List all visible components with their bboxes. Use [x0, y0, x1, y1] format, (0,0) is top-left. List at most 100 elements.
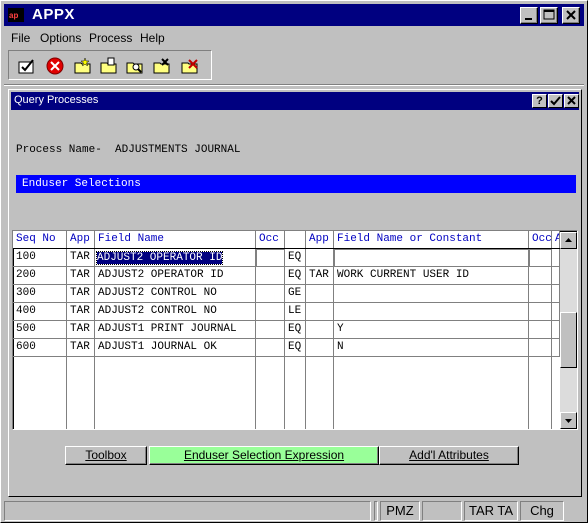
expression-label: Enduser Selection Expression: [183, 448, 345, 462]
table-cell-seq-no[interactable]: 600: [13, 339, 67, 357]
menu-help[interactable]: Help: [140, 31, 165, 45]
table-cell-occ[interactable]: [256, 321, 285, 339]
table-cell-field-or-constant[interactable]: WORK CURRENT USER ID: [334, 267, 529, 285]
app-titlebar[interactable]: ap APPX: [4, 4, 584, 26]
table-cell-app2[interactable]: [306, 249, 334, 267]
table-cell-app[interactable]: TAR: [67, 303, 95, 321]
toolbar: [8, 50, 212, 80]
child-title: Query Processes: [14, 94, 99, 106]
table-cell-app2[interactable]: [306, 303, 334, 321]
table-cell-field-name[interactable]: ADJUST2 CONTROL NO: [95, 285, 256, 303]
toolbox-label: Toolbox: [85, 448, 127, 462]
table-cell-seq-no[interactable]: 300: [13, 285, 67, 303]
table-cell-occ2[interactable]: [529, 339, 552, 357]
table-cell-occ2[interactable]: [529, 321, 552, 339]
table-cell-occ[interactable]: [256, 249, 285, 267]
vertical-scrollbar[interactable]: [560, 232, 577, 429]
table-cell-aa[interactable]: [552, 249, 560, 267]
table-cell-field-or-constant[interactable]: [334, 249, 529, 267]
child-titlebar[interactable]: Query Processes ?: [11, 92, 579, 110]
table-cell-occ2[interactable]: [529, 267, 552, 285]
scroll-up-button[interactable]: [560, 232, 577, 249]
table-cell-operator[interactable]: EQ: [285, 321, 306, 339]
table-cell-app[interactable]: TAR: [67, 339, 95, 357]
table-cell-aa[interactable]: [552, 285, 560, 303]
minimize-button[interactable]: [520, 7, 538, 24]
menu-process[interactable]: Process: [89, 31, 132, 45]
delete-folder-icon[interactable]: [152, 56, 172, 76]
cancel-icon[interactable]: [45, 56, 65, 76]
table-cell-occ2[interactable]: [529, 249, 552, 267]
table-cell-operator[interactable]: EQ: [285, 267, 306, 285]
table-cell-app[interactable]: TAR: [67, 267, 95, 285]
table-cell-occ[interactable]: [256, 285, 285, 303]
table-cell-seq-no[interactable]: 100: [13, 249, 67, 267]
close-button[interactable]: [562, 7, 580, 24]
table-cell-seq-no[interactable]: 400: [13, 303, 67, 321]
table-cell-occ[interactable]: [256, 267, 285, 285]
child-close-button[interactable]: [564, 94, 579, 108]
table-cell-field-name[interactable]: ADJUST2 OPERATOR ID: [95, 267, 256, 285]
column-header-seq-no: Seq No: [13, 231, 67, 249]
menu-file[interactable]: File: [11, 31, 30, 45]
table-cell-app2[interactable]: [306, 321, 334, 339]
table-cell-field-name[interactable]: ADJUST2 OPERATOR ID: [95, 249, 256, 267]
scroll-thumb[interactable]: [560, 312, 577, 368]
table-cell-field-or-constant[interactable]: [334, 303, 529, 321]
check-icon[interactable]: [17, 56, 37, 76]
table-cell-occ[interactable]: [256, 303, 285, 321]
column-header-aa: AA: [552, 231, 560, 249]
table-cell-seq-no[interactable]: 500: [13, 321, 67, 339]
attributes-label: Add'l Attributes: [409, 448, 489, 462]
column-header-occ: Occ: [256, 231, 285, 249]
column-header-occ2: Occ: [529, 231, 552, 249]
maximize-button[interactable]: [540, 7, 558, 24]
status-bar: PMZ TAR TA Chg: [4, 501, 584, 521]
addl-attributes-button[interactable]: Add'l Attributes: [379, 446, 519, 465]
table-cell-field-name[interactable]: ADJUST1 PRINT JOURNAL: [95, 321, 256, 339]
table-cell-app2[interactable]: [306, 339, 334, 357]
ok-button[interactable]: [548, 94, 563, 108]
table-cell-field-or-constant[interactable]: N: [334, 339, 529, 357]
menubar: File Options Process Help: [4, 28, 584, 47]
table-cell-operator[interactable]: EQ: [285, 339, 306, 357]
help-button[interactable]: ?: [532, 94, 547, 108]
table-cell-seq-no[interactable]: 200: [13, 267, 67, 285]
table-cell-app[interactable]: TAR: [67, 321, 95, 339]
table-cell-app2[interactable]: TAR: [306, 267, 334, 285]
menu-options[interactable]: Options: [40, 31, 81, 45]
table-cell-field-name[interactable]: ADJUST2 CONTROL NO: [95, 303, 256, 321]
table-cell-app[interactable]: TAR: [67, 249, 95, 267]
search-folder-icon[interactable]: [125, 56, 145, 76]
checkmark-icon: [550, 96, 561, 106]
table-cell-field-or-constant[interactable]: Y: [334, 321, 529, 339]
table-cell-aa[interactable]: [552, 267, 560, 285]
arrow-down-icon: [565, 419, 572, 423]
table-cell-aa[interactable]: [552, 303, 560, 321]
selections-table: Seq No App Field Name Occ App Field Name or C…: [12, 230, 578, 430]
new-folder-icon[interactable]: [73, 56, 93, 76]
folder-x-icon[interactable]: [180, 56, 200, 76]
toolbox-button[interactable]: Toolbox: [65, 446, 147, 465]
scroll-down-button[interactable]: [560, 412, 577, 429]
table-cell-operator[interactable]: GE: [285, 285, 306, 303]
table-cell-field-name[interactable]: ADJUST1 JOURNAL OK: [95, 339, 256, 357]
table-cell-occ2[interactable]: [529, 303, 552, 321]
status-change: Chg: [520, 501, 564, 521]
enduser-selection-expression-button[interactable]: Enduser Selection Expression: [149, 446, 379, 465]
arrow-up-icon: [565, 238, 572, 242]
column-header-app: App: [67, 231, 95, 249]
section-header: Enduser Selections: [16, 175, 576, 193]
table-cell-operator[interactable]: LE: [285, 303, 306, 321]
table-cell-operator[interactable]: EQ: [285, 249, 306, 267]
table-cell-aa[interactable]: [552, 321, 560, 339]
table-cell-field-or-constant[interactable]: [334, 285, 529, 303]
table-cell-occ2[interactable]: [529, 285, 552, 303]
open-folder-icon[interactable]: [99, 56, 119, 76]
table-cell-occ[interactable]: [256, 339, 285, 357]
table-cell-app[interactable]: TAR: [67, 285, 95, 303]
app-title: APPX: [32, 6, 75, 23]
status-divider: [374, 501, 378, 521]
table-cell-aa[interactable]: [552, 339, 560, 357]
table-cell-app2[interactable]: [306, 285, 334, 303]
